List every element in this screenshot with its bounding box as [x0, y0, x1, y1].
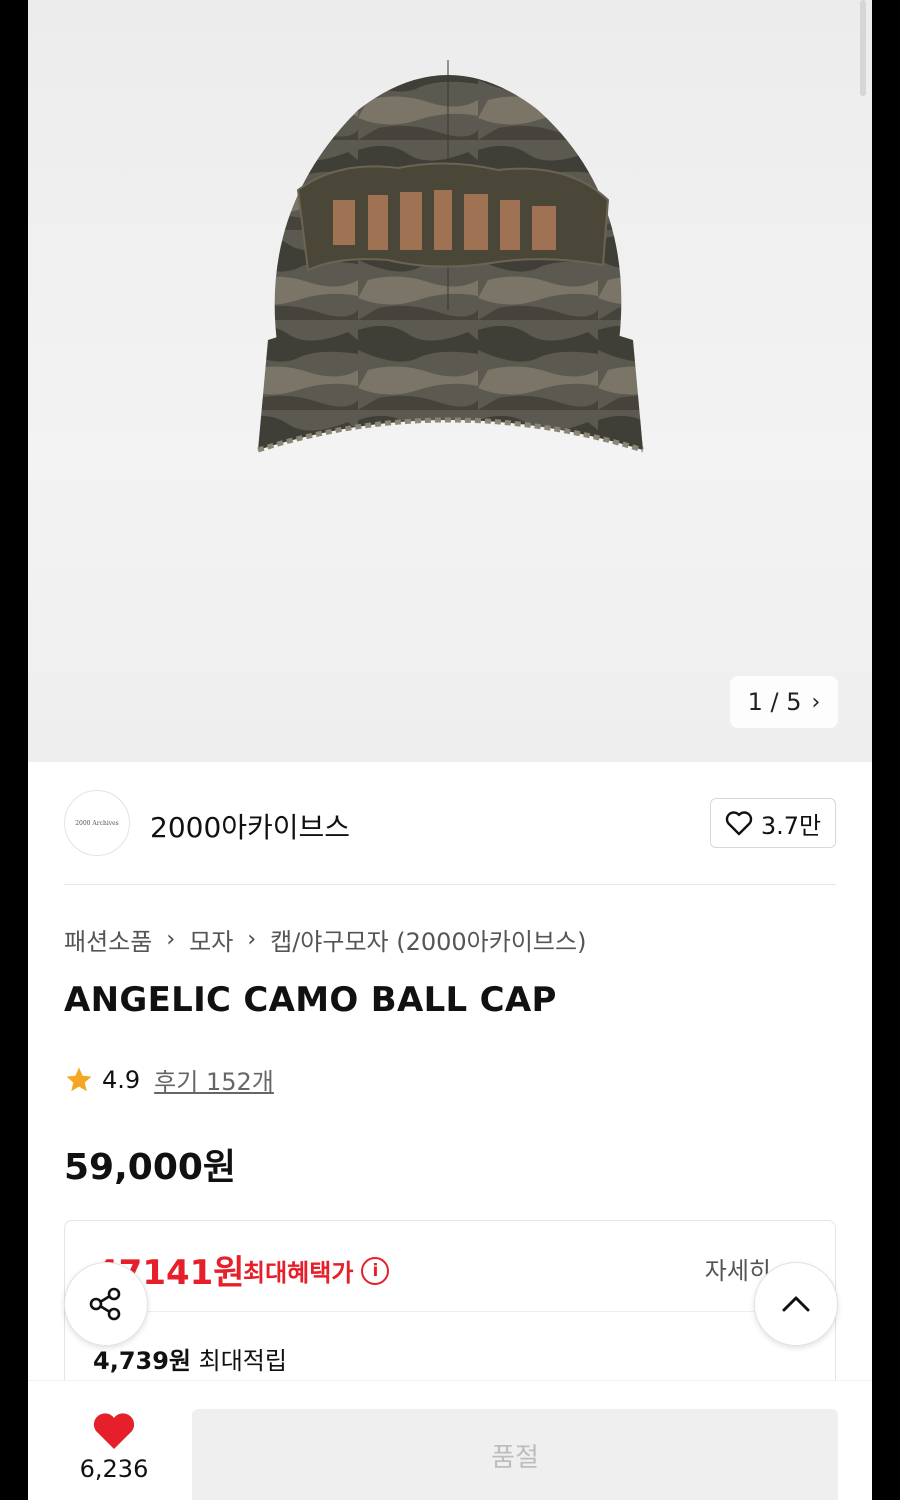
product-price: 59,000원: [64, 1147, 237, 1188]
scroll-to-top-button[interactable]: [754, 1262, 838, 1346]
chevron-right-icon: ›: [247, 927, 257, 952]
points-label: 최대적립: [198, 1347, 287, 1375]
max-benefit-label-text: 최대혜택가: [243, 1259, 354, 1287]
bottom-action-bar: 6,236 품절: [28, 1380, 872, 1500]
wish-button[interactable]: 6,236: [64, 1411, 164, 1483]
max-benefit-label: 최대혜택가 i: [243, 1253, 390, 1288]
share-icon: [89, 1287, 121, 1321]
rating-score: 4.9: [102, 1065, 141, 1094]
product-image-carousel[interactable]: 1 / 5 ›: [28, 0, 872, 762]
product-image-cap: [257, 60, 644, 453]
pager-text: 1 / 5: [747, 688, 802, 716]
chevron-right-icon: ›: [811, 689, 821, 715]
divider: [65, 1311, 835, 1312]
sold-out-label: 품절: [491, 1442, 539, 1473]
image-pager[interactable]: 1 / 5 ›: [730, 676, 838, 728]
breadcrumb-item-hats[interactable]: 모자: [189, 922, 233, 957]
breadcrumb-item-fashion-accessories[interactable]: 패션소품: [64, 922, 152, 957]
reviews-link[interactable]: 후기 152개: [154, 1062, 274, 1097]
heart-filled-icon: [93, 1413, 135, 1449]
sold-out-button[interactable]: 품절: [192, 1409, 838, 1500]
points-amount: 4,739원: [93, 1347, 191, 1375]
wish-count: 6,236: [79, 1455, 149, 1483]
product-title: ANGELIC CAMO BALL CAP: [64, 980, 557, 1020]
breadcrumb: 패션소품 › 모자 › 캡/야구모자 (2000아카이브스): [64, 922, 586, 957]
divider: [64, 884, 836, 885]
shop-logo[interactable]: 2000 Archives: [64, 790, 130, 856]
star-icon: [66, 1067, 92, 1091]
info-icon[interactable]: i: [361, 1256, 390, 1285]
breadcrumb-item-caps[interactable]: 캡/야구모자 (2000아카이브스): [270, 922, 586, 957]
shop-name[interactable]: 2000아카이브스: [150, 806, 350, 846]
scrollbar[interactable]: [860, 0, 866, 96]
chevron-right-icon: ›: [166, 927, 176, 952]
shop-logo-text: 2000 Archives: [75, 819, 119, 827]
product-detail-screen: 1 / 5 › 2000 Archives 2000아카이브스 3.7만 패션소…: [28, 0, 872, 1500]
shop-like-count: 3.7만: [760, 811, 822, 840]
product-rating: 4.9 후기 152개: [64, 1062, 274, 1097]
shop-like-button[interactable]: 3.7만: [710, 798, 836, 848]
chevron-up-icon: [782, 1296, 810, 1312]
shop-row[interactable]: 2000 Archives 2000아카이브스 3.7만: [64, 790, 836, 856]
heart-outline-icon: [725, 811, 753, 836]
max-points: 4,739원 최대적립: [93, 1341, 287, 1376]
share-button[interactable]: [64, 1262, 148, 1346]
